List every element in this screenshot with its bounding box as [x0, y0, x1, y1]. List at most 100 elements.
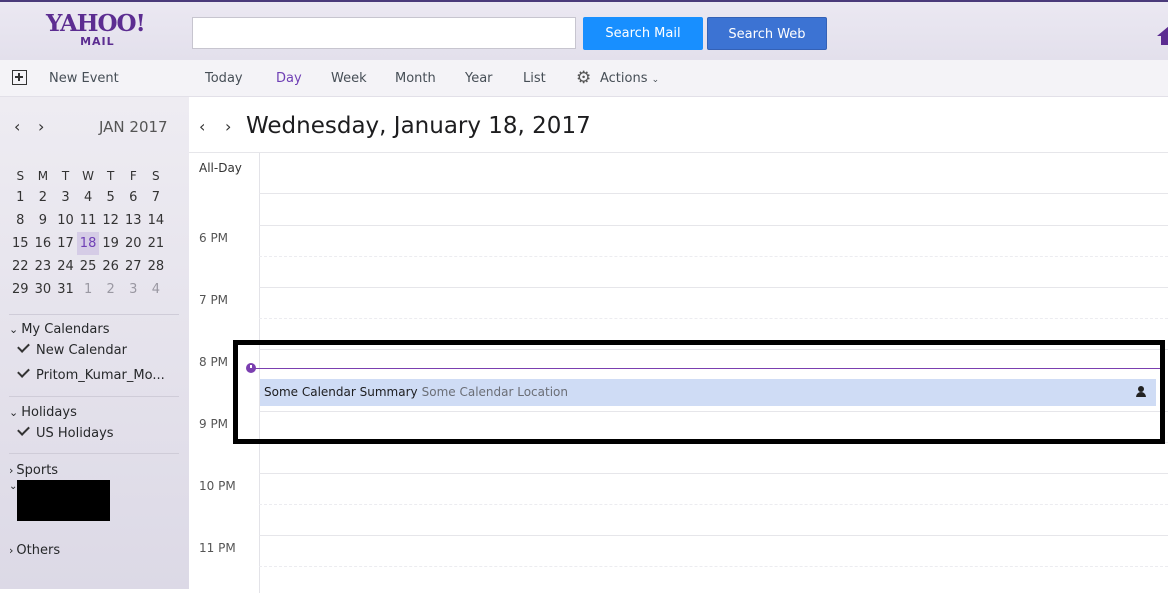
mini-day[interactable]: 10 — [54, 209, 77, 232]
next-day-icon[interactable]: › — [225, 117, 231, 136]
actions-menu[interactable]: Actions ⌄ — [600, 60, 659, 99]
mini-day-next-month[interactable]: 4 — [145, 278, 168, 301]
sports-group[interactable]: › Sports — [9, 463, 58, 478]
mini-day[interactable]: 22 — [9, 255, 32, 278]
gear-icon[interactable]: ⚙ — [576, 69, 591, 87]
mini-day[interactable]: 23 — [32, 255, 55, 278]
mini-day[interactable]: 9 — [32, 209, 55, 232]
mini-day[interactable]: 29 — [9, 278, 32, 301]
grid-line — [259, 225, 1168, 226]
mini-day[interactable]: 19 — [99, 232, 122, 255]
sidebar-divider — [9, 314, 179, 315]
sidebar-divider — [9, 453, 179, 454]
view-today[interactable]: Today — [205, 60, 243, 97]
view-list[interactable]: List — [523, 60, 546, 97]
grid-line — [259, 256, 1168, 257]
chevron-right-icon: › — [9, 464, 14, 477]
mini-day[interactable]: 20 — [122, 232, 145, 255]
search-web-button[interactable]: Search Web — [707, 17, 827, 50]
search-mail-button[interactable]: Search Mail — [583, 17, 703, 50]
weekday-label: T — [107, 168, 115, 183]
grid-line — [259, 473, 1168, 474]
mini-day[interactable]: 28 — [145, 255, 168, 278]
app-header: YAHOO! MAIL Search Mail Search Web — [0, 0, 1168, 60]
grid-line — [259, 535, 1168, 536]
weekday-label: F — [129, 168, 137, 183]
view-week[interactable]: Week — [331, 60, 367, 97]
redacted-block — [17, 480, 110, 521]
mini-day[interactable]: 8 — [9, 209, 32, 232]
mini-day[interactable]: 4 — [77, 186, 100, 209]
weekday-label: W — [82, 168, 95, 183]
mini-day[interactable]: 3 — [54, 186, 77, 209]
mini-day[interactable]: 16 — [32, 232, 55, 255]
logo-brand: YAHOO! — [46, 10, 146, 37]
calendar-toolbar: New Event Today Day Week Month Year List… — [0, 60, 1168, 97]
calendar-item-pritom[interactable]: Pritom_Kumar_Mo... — [17, 365, 165, 383]
checkmark-icon — [17, 423, 30, 436]
mini-day[interactable]: 24 — [54, 255, 77, 278]
home-icon[interactable] — [1157, 26, 1168, 45]
group-label: Others — [16, 543, 61, 558]
mini-prev-month-icon[interactable]: ‹ — [14, 117, 20, 136]
grid-line — [259, 566, 1168, 567]
new-event-icon[interactable] — [12, 70, 27, 85]
grid-line — [259, 193, 1168, 194]
grid-line — [259, 318, 1168, 319]
time-label: 6 PM — [199, 231, 229, 245]
checkmark-icon — [17, 340, 30, 353]
mini-day[interactable]: 21 — [145, 232, 168, 255]
actions-label: Actions — [600, 71, 648, 86]
mini-day[interactable]: 5 — [99, 186, 122, 209]
checkmark-icon — [17, 365, 30, 378]
weekday-label: S — [16, 168, 25, 183]
mini-day[interactable]: 15 — [9, 232, 32, 255]
mini-day[interactable]: 1 — [9, 186, 32, 209]
grid-line — [259, 504, 1168, 505]
my-calendars-group[interactable]: ⌄ My Calendars — [9, 322, 110, 337]
mini-day[interactable]: 31 — [54, 278, 77, 301]
mini-day[interactable]: 11 — [77, 209, 100, 232]
time-label: 10 PM — [199, 479, 236, 493]
new-event-button[interactable]: New Event — [49, 60, 119, 97]
search-input[interactable] — [192, 17, 576, 49]
mini-day[interactable]: 6 — [122, 186, 145, 209]
logo-sub: MAIL — [80, 35, 115, 48]
mini-day[interactable]: 25 — [77, 255, 100, 278]
mini-day[interactable]: 17 — [54, 232, 77, 255]
mini-day-selected[interactable]: 18 — [76, 232, 100, 255]
mini-day[interactable]: 2 — [32, 186, 55, 209]
time-label: 11 PM — [199, 541, 236, 555]
highlight-box — [233, 340, 1165, 444]
mini-day-next-month[interactable]: 3 — [122, 278, 145, 301]
calendar-item-label: Pritom_Kumar_Mo... — [36, 368, 165, 383]
mini-day[interactable]: 7 — [145, 186, 168, 209]
view-year[interactable]: Year — [465, 60, 493, 97]
prev-day-icon[interactable]: ‹ — [199, 117, 205, 136]
view-month[interactable]: Month — [395, 60, 436, 97]
time-label: 9 PM — [199, 417, 229, 431]
mini-day[interactable]: 30 — [32, 278, 55, 301]
grid-line — [259, 287, 1168, 288]
calendar-item-label: US Holidays — [36, 426, 114, 441]
chevron-down-icon: ⌄ — [651, 75, 660, 85]
mini-day[interactable]: 13 — [122, 209, 145, 232]
yahoo-mail-logo[interactable]: YAHOO! MAIL — [46, 10, 146, 48]
mini-day-next-month[interactable]: 2 — [99, 278, 122, 301]
mini-next-month-icon[interactable]: › — [38, 117, 44, 136]
weekday-label: M — [37, 168, 49, 183]
view-day[interactable]: Day — [276, 60, 302, 97]
holidays-group[interactable]: ⌄ Holidays — [9, 405, 77, 420]
mini-day-next-month[interactable]: 1 — [77, 278, 100, 301]
group-label: My Calendars — [21, 322, 110, 337]
all-day-label: All-Day — [199, 161, 242, 175]
chevron-right-icon: › — [9, 544, 14, 557]
calendar-item-new-calendar[interactable]: New Calendar — [17, 340, 127, 358]
mini-day[interactable]: 27 — [122, 255, 145, 278]
mini-day[interactable]: 14 — [145, 209, 168, 232]
mini-day[interactable]: 12 — [99, 209, 122, 232]
mini-day[interactable]: 26 — [99, 255, 122, 278]
calendar-item-us-holidays[interactable]: US Holidays — [17, 423, 114, 441]
weekday-label: T — [61, 168, 70, 183]
others-group[interactable]: › Others — [9, 543, 60, 558]
